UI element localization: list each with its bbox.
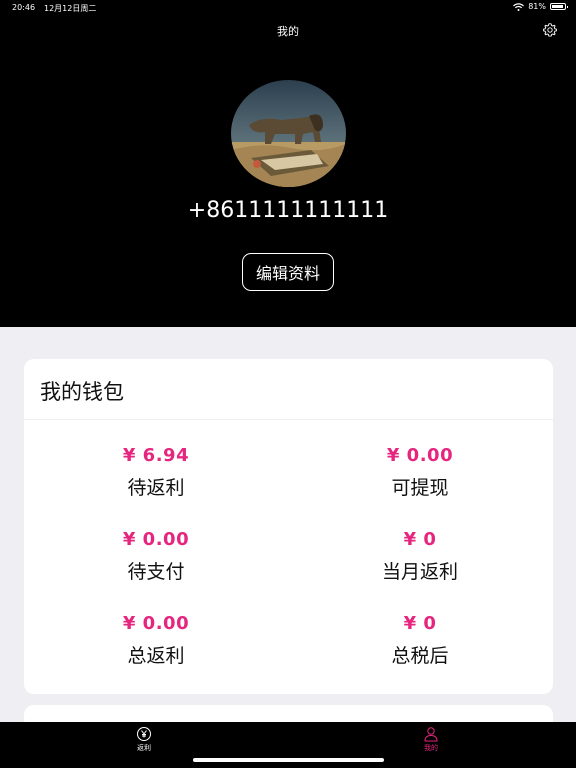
wallet-item-pending-payment[interactable]: ¥ 0.00 待支付 bbox=[24, 529, 288, 584]
wallet-item-pending-rebate[interactable]: ¥ 6.94 待返利 bbox=[24, 445, 288, 500]
wallet-value: ¥ 0.00 bbox=[386, 445, 454, 466]
profile-header: 20:46 12月12日周二 81% 我的 +8611111111111 编辑资… bbox=[0, 0, 576, 327]
battery-percent: 81% bbox=[528, 2, 546, 11]
battery-icon bbox=[550, 3, 568, 10]
avatar[interactable] bbox=[231, 80, 346, 187]
avatar-image bbox=[231, 80, 346, 187]
wallet-label: 待支付 bbox=[127, 561, 185, 583]
tab-mine[interactable]: 我的 bbox=[401, 726, 461, 753]
wallet-item-total-rebate[interactable]: ¥ 0.00 总返利 bbox=[24, 613, 288, 668]
tab-label: 我的 bbox=[424, 744, 438, 752]
person-icon bbox=[424, 727, 438, 742]
wallet-value: ¥ 0.00 bbox=[122, 529, 190, 550]
status-bar: 20:46 12月12日周二 81% bbox=[0, 0, 576, 16]
tab-rebate[interactable]: 返利 bbox=[114, 726, 174, 753]
wallet-value: ¥ 0 bbox=[403, 529, 437, 550]
wallet-label: 总返利 bbox=[127, 645, 185, 667]
edit-profile-button[interactable]: 编辑资料 bbox=[242, 253, 334, 291]
wallet-title: 我的钱包 bbox=[40, 380, 124, 404]
status-time: 20:46 bbox=[12, 3, 36, 12]
gear-icon[interactable] bbox=[542, 22, 558, 38]
wallet-label: 待返利 bbox=[127, 477, 185, 499]
wallet-value: ¥ 0.00 bbox=[122, 613, 190, 634]
wallet-label: 可提现 bbox=[391, 477, 449, 499]
wallet-divider bbox=[24, 419, 553, 420]
wallet-card: 我的钱包 ¥ 6.94 待返利 ¥ 0.00 可提现 ¥ 0.00 待支付 ¥ … bbox=[24, 359, 553, 694]
home-indicator bbox=[193, 758, 384, 762]
wallet-label: 总税后 bbox=[391, 645, 449, 667]
tab-label: 返利 bbox=[137, 744, 151, 752]
user-phone: +8611111111111 bbox=[187, 198, 389, 223]
status-date: 12月12日周二 bbox=[44, 4, 97, 13]
page-title: 我的 bbox=[277, 25, 299, 38]
wallet-value: ¥ 6.94 bbox=[122, 445, 190, 466]
yen-refresh-icon bbox=[137, 727, 151, 741]
wallet-item-withdrawable[interactable]: ¥ 0.00 可提现 bbox=[288, 445, 552, 500]
status-right: 81% bbox=[513, 2, 568, 11]
wallet-item-monthly-rebate[interactable]: ¥ 0 当月返利 bbox=[288, 529, 552, 584]
wallet-label: 当月返利 bbox=[381, 561, 458, 583]
wifi-icon bbox=[513, 2, 525, 11]
wallet-value: ¥ 0 bbox=[403, 613, 437, 634]
wallet-item-after-tax-total[interactable]: ¥ 0 总税后 bbox=[288, 613, 552, 668]
